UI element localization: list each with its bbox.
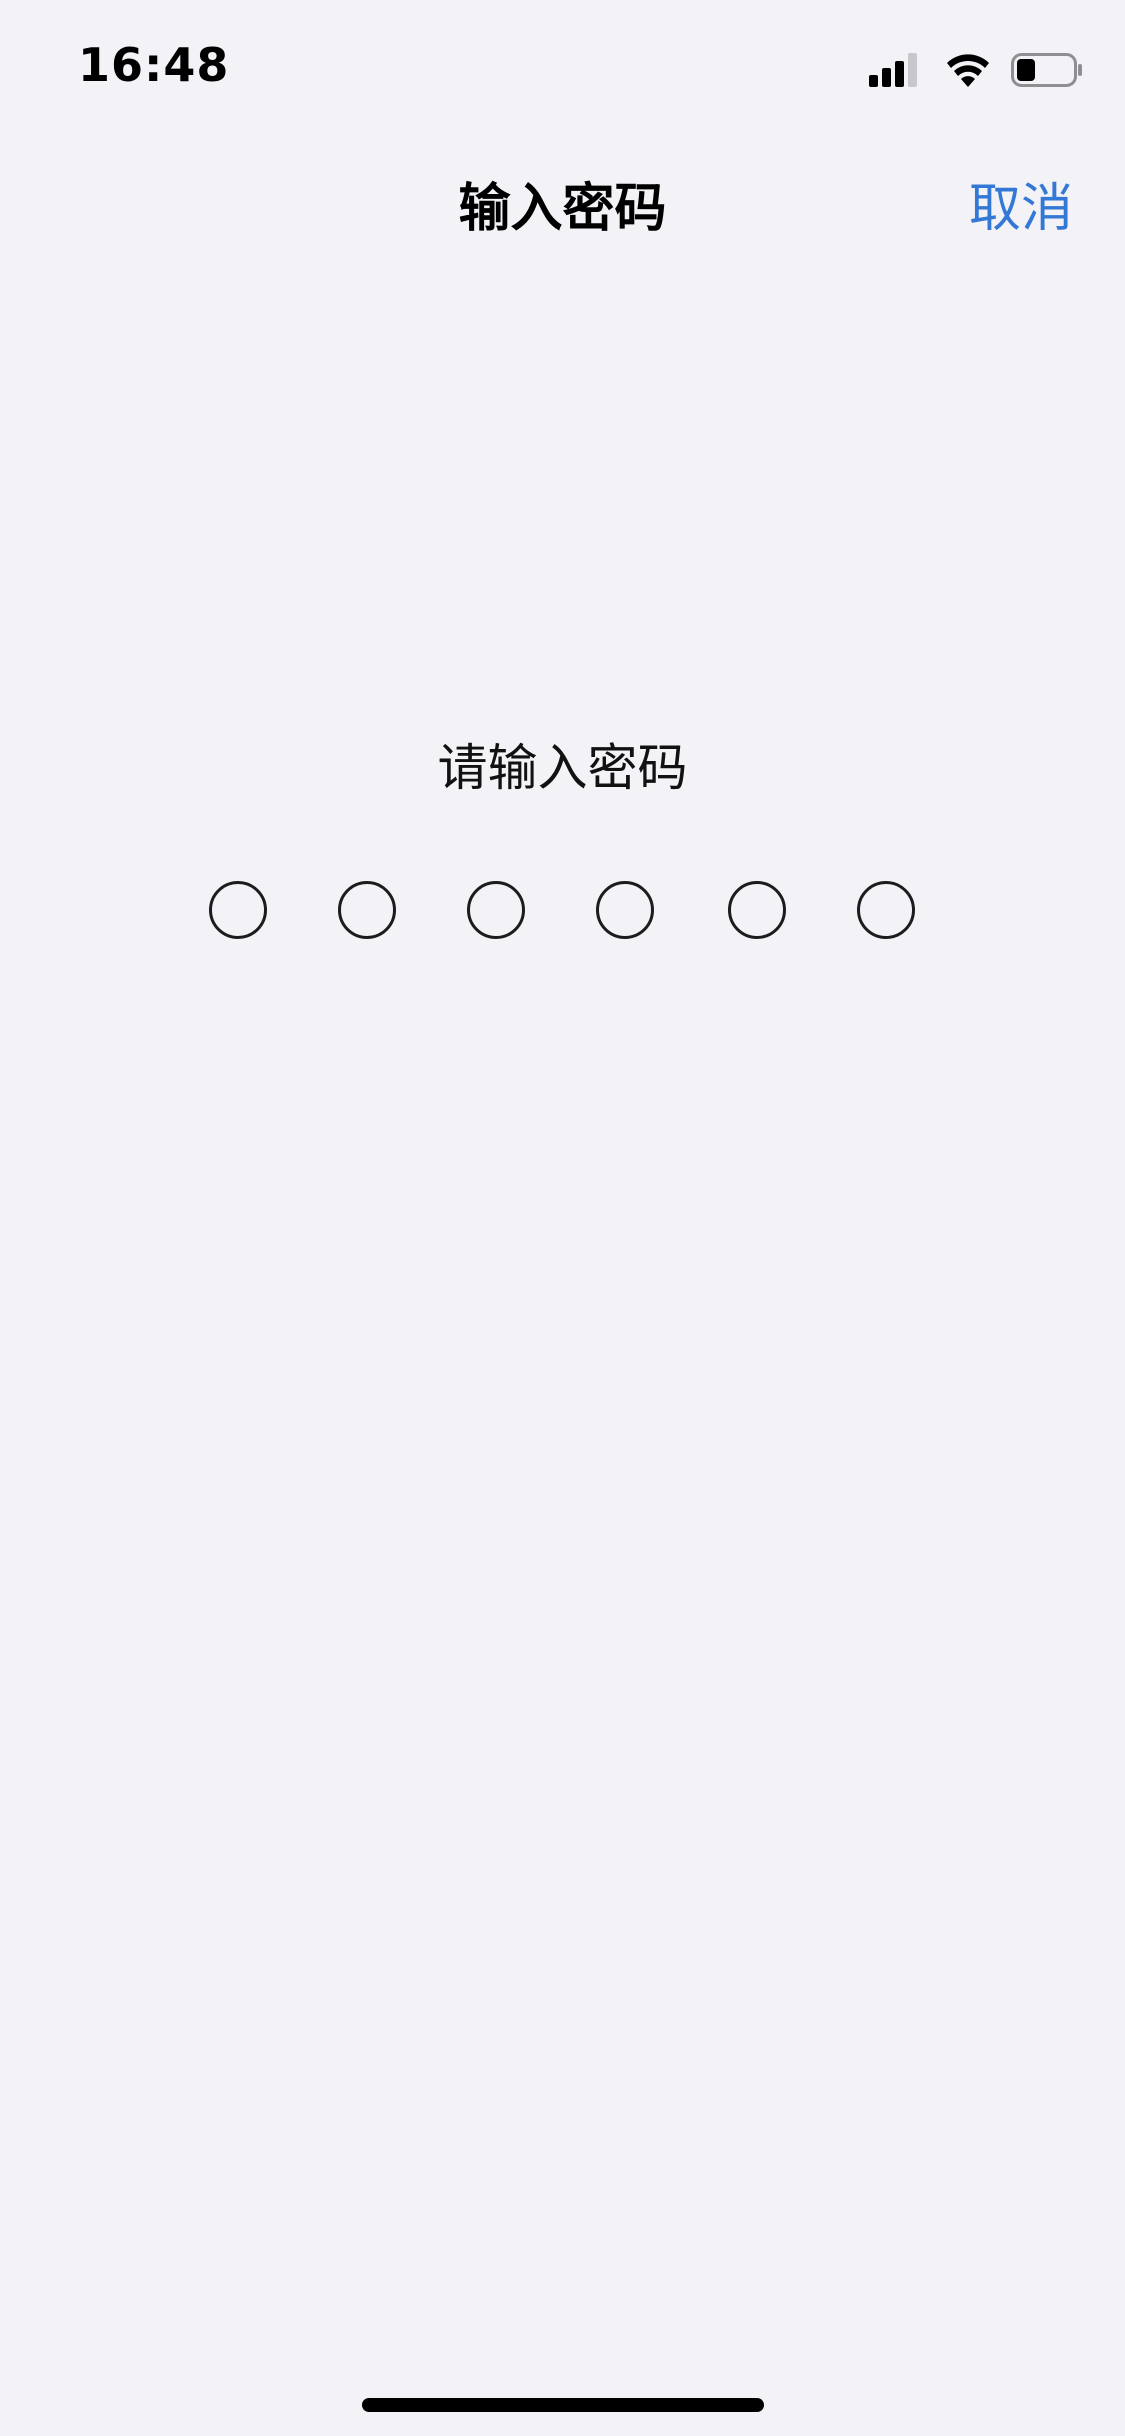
passcode-dot bbox=[467, 881, 525, 939]
nav-bar: 输入密码 取消 bbox=[0, 132, 1125, 264]
battery-icon bbox=[1011, 53, 1082, 87]
cellular-signal-icon bbox=[869, 53, 917, 87]
status-icons bbox=[869, 48, 1083, 92]
home-indicator[interactable] bbox=[362, 2398, 764, 2412]
status-bar: 16:48 bbox=[0, 0, 1125, 132]
passcode-dot bbox=[728, 881, 786, 939]
passcode-dot bbox=[596, 881, 654, 939]
passcode-dot bbox=[857, 881, 915, 939]
cancel-button[interactable]: 取消 bbox=[969, 166, 1073, 241]
passcode-dot bbox=[338, 881, 396, 939]
passcode-dot bbox=[209, 881, 267, 939]
status-time: 16:48 bbox=[78, 38, 230, 92]
passcode-prompt: 请输入密码 bbox=[437, 739, 688, 797]
page-title: 输入密码 bbox=[458, 179, 667, 239]
wifi-icon bbox=[947, 54, 989, 87]
passcode-dots[interactable] bbox=[0, 881, 1125, 941]
